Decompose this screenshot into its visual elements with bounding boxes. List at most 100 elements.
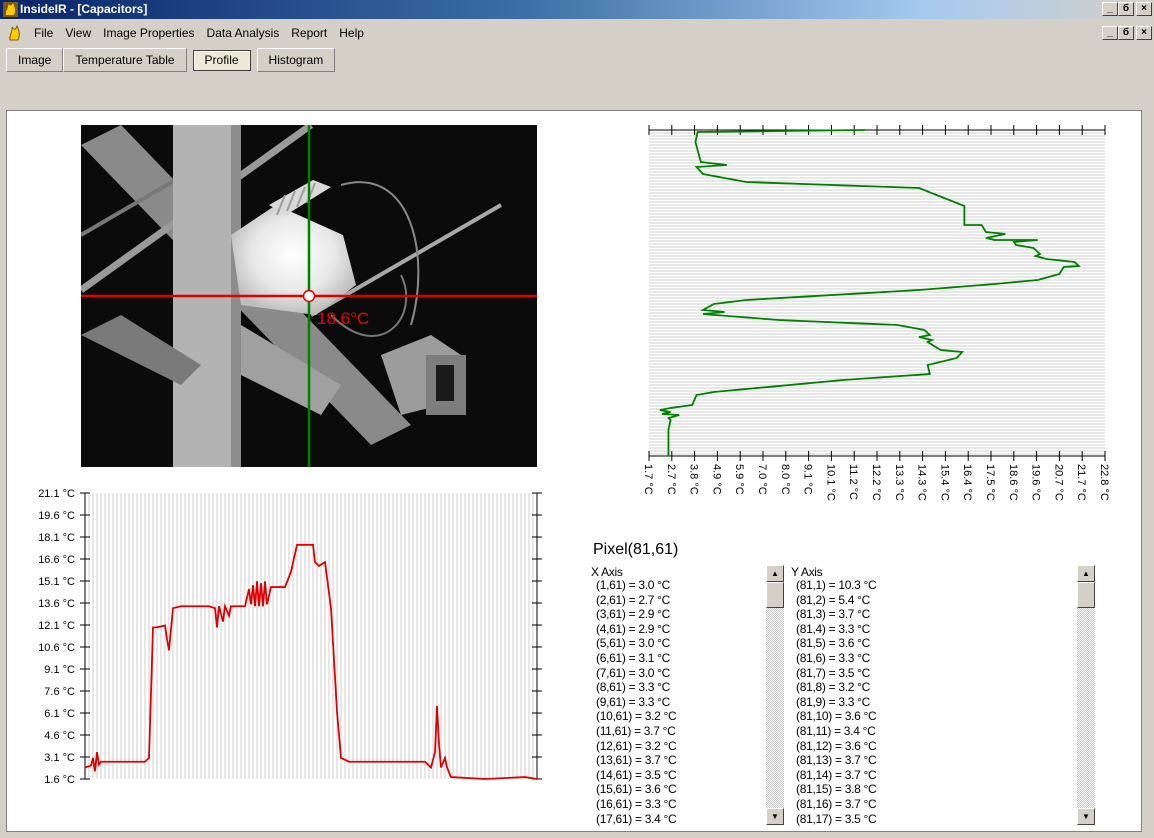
window-title: InsideIR - [Capacitors]: [20, 2, 148, 16]
pixel-title: Pixel(81,61): [593, 541, 679, 558]
y-axis-value-3[interactable]: (81,3) = 3.7 °C: [796, 607, 876, 622]
y-axis-list[interactable]: Y Axis (81,1) = 10.3 °C (81,2) = 5.4 °C (8…: [791, 565, 961, 827]
v-tick-label: 9.1 °C: [802, 464, 814, 495]
x-axis-value-6[interactable]: (6,61) = 3.1 °C: [596, 651, 676, 666]
y-axis-value-9[interactable]: (81,9) = 3.3 °C: [796, 695, 876, 710]
x-axis-value-17[interactable]: (17,61) = 3.4 °C: [596, 812, 677, 827]
x-axis-values: (1,61) = 3.0 °C (2,61) = 2.7 °C (3,61) = 2…: [596, 578, 677, 827]
y-axis-value-4[interactable]: (81,4) = 3.3 °C: [796, 622, 876, 637]
mdi-close-button[interactable]: ×: [1136, 26, 1152, 40]
arrow-down-icon[interactable]: ▼: [1077, 808, 1095, 825]
y-axis-value-14[interactable]: (81,14) = 3.7 °C: [796, 768, 877, 783]
x-axis-value-7[interactable]: (7,61) = 3.0 °C: [596, 666, 676, 681]
thermal-scene: [81, 125, 537, 467]
y-axis-value-10[interactable]: (81,10) = 3.6 °C: [796, 709, 877, 724]
close-button[interactable]: ×: [1136, 2, 1152, 16]
x-axis-value-8[interactable]: (8,61) = 3.3 °C: [596, 680, 676, 695]
mdi-minimize-button[interactable]: _: [1102, 26, 1118, 40]
h-tick-label: 1.6 °C: [44, 774, 75, 786]
minimize-button[interactable]: _: [1102, 2, 1118, 16]
x-axis-value-1[interactable]: (1,61) = 3.0 °C: [596, 578, 676, 593]
v-tick-label: 3.8 °C: [688, 464, 700, 495]
y-scroll-thumb[interactable]: [1077, 582, 1095, 608]
x-axis-value-14[interactable]: (14,61) = 3.5 °C: [596, 768, 677, 783]
h-tick-label: 7.6 °C: [44, 686, 75, 698]
v-tick-label: 11.2 °C: [847, 464, 859, 500]
arrow-down-icon[interactable]: ▼: [766, 808, 784, 825]
y-axis-value-16[interactable]: (81,16) = 3.7 °C: [796, 797, 877, 812]
mdi-restore-button[interactable]: б: [1118, 26, 1134, 40]
v-tick-label: 2.7 °C: [665, 464, 677, 495]
y-axis-value-17[interactable]: (81,17) = 3.5 °C: [796, 812, 877, 827]
menu-file[interactable]: File: [28, 19, 59, 47]
h-tick-label: 18.1 °C: [38, 532, 75, 544]
y-axis-value-6[interactable]: (81,6) = 3.3 °C: [796, 651, 876, 666]
document-icon[interactable]: [6, 25, 22, 41]
v-tick-label: 13.3 °C: [893, 464, 905, 501]
y-axis-value-11[interactable]: (81,11) = 3.4 °C: [796, 724, 876, 739]
thermal-image[interactable]: 18.6°C: [81, 125, 537, 467]
h-tick-label: 12.1 °C: [38, 620, 75, 632]
v-tick-label: 4.9 °C: [710, 464, 722, 495]
tab-image[interactable]: Image: [6, 48, 64, 72]
x-axis-header: X Axis: [591, 565, 623, 579]
x-axis-value-4[interactable]: (4,61) = 2.9 °C: [596, 622, 676, 637]
cursor-temperature: 18.6°C: [317, 309, 370, 328]
h-tick-label: 3.1 °C: [44, 752, 75, 764]
x-scroll-thumb[interactable]: [766, 582, 784, 608]
x-axis-value-12[interactable]: (12,61) = 3.2 °C: [596, 739, 677, 754]
v-tick-label: 1.7 °C: [642, 464, 654, 495]
v-tick-label: 18.6 °C: [1007, 464, 1019, 501]
menu-data-analysis[interactable]: Data Analysis: [201, 19, 286, 47]
y-axis-value-8[interactable]: (81,8) = 3.2 °C: [796, 680, 876, 695]
cursor-handle[interactable]: [302, 289, 316, 303]
x-axis-value-9[interactable]: (9,61) = 3.3 °C: [596, 695, 676, 710]
x-axis-value-13[interactable]: (13,61) = 3.7 °C: [596, 753, 677, 768]
x-axis-value-5[interactable]: (5,61) = 3.0 °C: [596, 636, 676, 651]
h-tick-label: 16.6 °C: [38, 554, 75, 566]
v-tick-label: 21.7 °C: [1075, 464, 1087, 501]
y-axis-value-12[interactable]: (81,12) = 3.6 °C: [796, 739, 877, 754]
y-axis-values: (81,1) = 10.3 °C (81,2) = 5.4 °C (81,3) = …: [796, 578, 877, 827]
x-axis-value-2[interactable]: (2,61) = 2.7 °C: [596, 593, 676, 608]
menu-help[interactable]: Help: [333, 19, 370, 47]
x-axis-value-11[interactable]: (11,61) = 3.7 °C: [596, 724, 676, 739]
title-bar[interactable]: InsideIR - [Capacitors] _ б ×: [0, 0, 1154, 19]
x-axis-list[interactable]: X Axis (1,61) = 3.0 °C (2,61) = 2.7 °C (3,…: [591, 565, 761, 827]
y-axis-value-7[interactable]: (81,7) = 3.5 °C: [796, 666, 876, 681]
y-axis-value-1[interactable]: (81,1) = 10.3 °C: [796, 578, 877, 593]
x-axis-scrollbar[interactable]: ▲ ▼: [766, 565, 784, 825]
v-tick-label: 7.0 °C: [756, 464, 768, 495]
menu-image-properties[interactable]: Image Properties: [97, 19, 200, 47]
horizontal-profile-chart: 21.1 °C 19.6 °C 18.1 °C 16.6 °C 15.1 °C 13.6 …: [38, 488, 542, 786]
y-axis-value-13[interactable]: (81,13) = 3.7 °C: [796, 753, 877, 768]
tab-histogram[interactable]: Histogram: [256, 48, 336, 72]
y-axis-scrollbar[interactable]: ▲ ▼: [1077, 565, 1095, 825]
y-axis-value-15[interactable]: (81,15) = 3.8 °C: [796, 782, 877, 797]
arrow-up-icon[interactable]: ▲: [1077, 565, 1095, 582]
x-axis-value-15[interactable]: (15,61) = 3.6 °C: [596, 782, 677, 797]
v-tick-label: 12.2 °C: [870, 464, 882, 501]
y-axis-value-5[interactable]: (81,5) = 3.6 °C: [796, 636, 876, 651]
x-axis-value-3[interactable]: (3,61) = 2.9 °C: [596, 607, 676, 622]
x-axis-value-10[interactable]: (10,61) = 3.2 °C: [596, 709, 677, 724]
h-tick-label: 6.1 °C: [44, 708, 75, 720]
y-axis-value-2[interactable]: (81,2) = 5.4 °C: [796, 593, 876, 608]
h-tick-label: 13.6 °C: [38, 598, 75, 610]
tab-temperature-table[interactable]: Temperature Table: [63, 48, 187, 72]
arrow-up-icon[interactable]: ▲: [766, 565, 784, 582]
v-tick-label: 22.8 °C: [1098, 464, 1110, 501]
menu-view[interactable]: View: [59, 19, 97, 47]
menu-report[interactable]: Report: [285, 19, 333, 47]
v-tick-label: 5.9 °C: [733, 464, 745, 495]
v-tick-label: 16.4 °C: [961, 464, 973, 501]
h-tick-label: 9.1 °C: [44, 664, 75, 676]
x-axis-value-16[interactable]: (16,61) = 3.3 °C: [596, 797, 677, 812]
profile-canvas: 18.6°C 1.7 °C 2.7 °C 3.8 °C 4.9 °C 5.9 °C 7.0…: [6, 110, 1142, 832]
h-tick-label: 4.6 °C: [44, 730, 75, 742]
h-tick-label: 19.6 °C: [38, 510, 75, 522]
tab-profile[interactable]: Profile: [192, 50, 251, 71]
flame-app-icon: [3, 2, 18, 17]
maximize-button[interactable]: б: [1118, 2, 1134, 16]
v-tick-label: 17.5 °C: [984, 464, 996, 501]
